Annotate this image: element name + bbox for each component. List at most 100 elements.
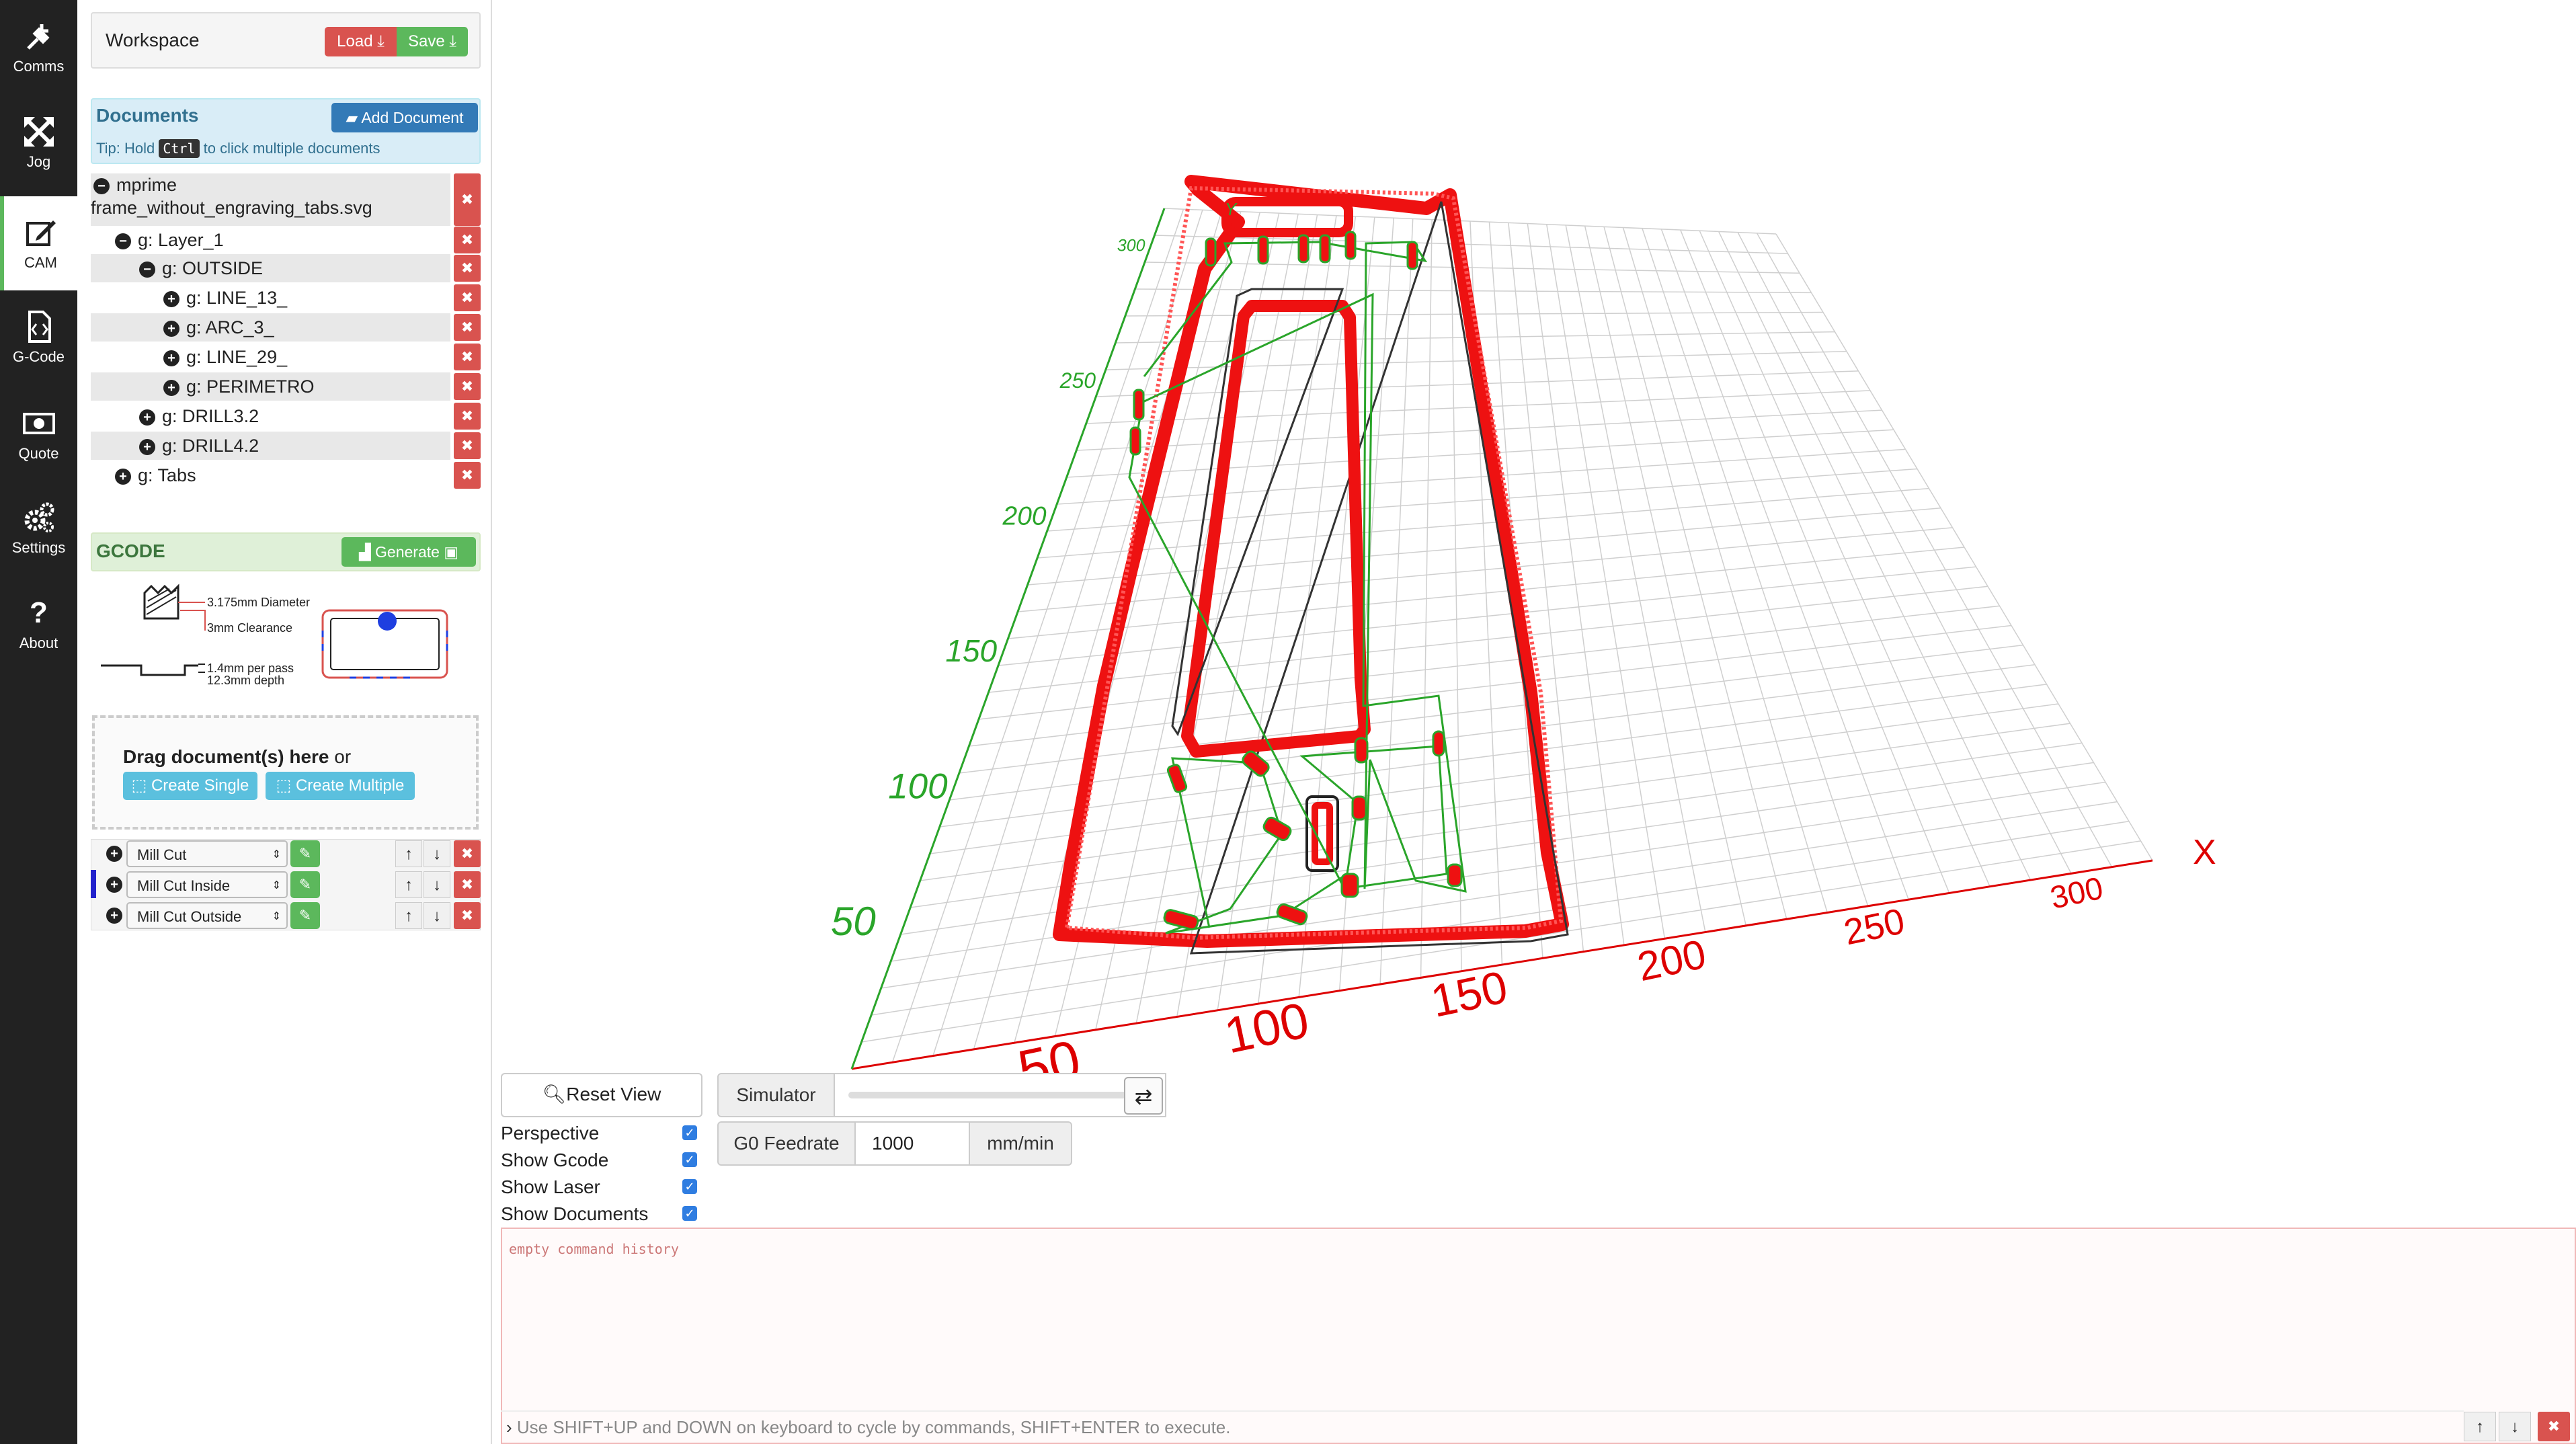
- sidebar-item-label: Jog: [26, 153, 51, 170]
- y-tick-label: 50: [831, 899, 876, 944]
- perspective-checkbox[interactable]: ✓: [682, 1125, 697, 1140]
- edit-operation-button[interactable]: ✎: [290, 902, 320, 929]
- expand-icon[interactable]: +: [163, 379, 179, 396]
- tree-row-arc3[interactable]: + g: ARC_3_: [91, 313, 450, 342]
- move-up-button[interactable]: ↑: [395, 902, 422, 929]
- remove-item-button[interactable]: ✖: [454, 255, 481, 282]
- slider-handle[interactable]: ⇄: [1124, 1077, 1163, 1115]
- remove-item-button[interactable]: ✖: [454, 344, 481, 370]
- edit-operation-button[interactable]: ✎: [290, 840, 320, 867]
- command-history: empty command history: [509, 1241, 679, 1257]
- remove-operation-button[interactable]: ✖: [454, 871, 481, 898]
- collapse-icon[interactable]: −: [115, 233, 131, 249]
- collapse-icon[interactable]: −: [93, 177, 110, 194]
- load-workspace-button[interactable]: Load ⤓: [325, 27, 397, 56]
- save-icon: ▣: [444, 543, 459, 561]
- 3d-viewport[interactable]: Y X 50100 15020025030050100150200250300: [492, 0, 2576, 1076]
- x-tick-label: 150: [1426, 961, 1512, 1027]
- remove-item-button[interactable]: ✖: [454, 432, 481, 459]
- show-gcode-checkbox[interactable]: ✓: [682, 1152, 697, 1167]
- swap-arrows-icon: ⇄: [1134, 1084, 1153, 1109]
- sidebar-item-comms[interactable]: Comms: [0, 0, 77, 94]
- tree-row-outside[interactable]: − g: OUTSIDE: [91, 254, 450, 282]
- documents-tip: Tip: Hold Ctrl to click multiple documen…: [96, 139, 380, 158]
- operation-type-select[interactable]: Mill Cut Inside ⇕: [126, 871, 288, 898]
- history-down-button[interactable]: ↓: [2499, 1412, 2531, 1441]
- sidebar: Comms Jog CAM G-Code Quote Settings ? Ab…: [0, 0, 77, 1444]
- expand-icon[interactable]: +: [139, 438, 155, 455]
- code-file-icon: [28, 311, 51, 343]
- expand-icon[interactable]: +: [106, 908, 122, 924]
- move-down-button[interactable]: ↓: [424, 902, 450, 929]
- multi-select-icon: ⬚: [276, 776, 292, 795]
- history-up-button[interactable]: ↑: [2464, 1412, 2496, 1441]
- pencil-icon: ✎: [298, 907, 312, 924]
- simulator-slider[interactable]: ⇄: [834, 1073, 1166, 1117]
- sidebar-item-quote[interactable]: Quote: [0, 387, 77, 481]
- feedrate-input[interactable]: 1000: [854, 1121, 970, 1166]
- collapse-icon[interactable]: −: [139, 261, 155, 278]
- tree-row-line29[interactable]: + g: LINE_29_: [91, 343, 450, 371]
- tree-row-drill42[interactable]: + g: DRILL4.2: [91, 432, 450, 460]
- operation-type-select[interactable]: Mill Cut ⇕: [126, 840, 288, 867]
- expand-icon[interactable]: +: [163, 290, 179, 307]
- show-laser-checkbox[interactable]: ✓: [682, 1179, 697, 1194]
- command-input[interactable]: › Use SHIFT+UP and DOWN on keyboard to c…: [501, 1410, 2464, 1443]
- grid-line: [1017, 527, 1953, 612]
- tree-row-layer[interactable]: − g: Layer_1: [91, 226, 450, 254]
- generate-gcode-button[interactable]: ▟ Generate ▣: [341, 537, 476, 567]
- move-up-button[interactable]: ↑: [395, 871, 422, 898]
- folder-icon: ▰: [346, 109, 358, 126]
- grid-line: [1660, 229, 1909, 900]
- y-tick-label: 150: [945, 633, 997, 668]
- chart-icon: ▟: [358, 543, 371, 561]
- remove-item-button[interactable]: ✖: [454, 284, 481, 311]
- expand-icon[interactable]: +: [163, 350, 179, 366]
- create-multiple-button[interactable]: ⬚ Create Multiple: [266, 772, 415, 800]
- remove-operation-button[interactable]: ✖: [454, 840, 481, 867]
- sidebar-item-jog[interactable]: Jog: [0, 95, 77, 190]
- create-single-button[interactable]: ⬚ Create Single: [123, 772, 257, 800]
- remove-item-button[interactable]: ✖: [454, 314, 481, 341]
- sidebar-item-cam[interactable]: CAM: [0, 196, 77, 290]
- expand-icon[interactable]: +: [106, 877, 122, 893]
- tree-row-document[interactable]: − mprime frame_without_engraving_tabs.svg: [91, 173, 450, 226]
- operation-type-select[interactable]: Mill Cut Outside ⇕: [126, 902, 288, 929]
- remove-item-button[interactable]: ✖: [454, 373, 481, 400]
- edit-operation-button[interactable]: ✎: [290, 871, 320, 898]
- clear-console-button[interactable]: ✖: [2538, 1412, 2570, 1441]
- sidebar-item-settings[interactable]: Settings: [0, 481, 77, 575]
- move-up-button[interactable]: ↑: [395, 840, 422, 867]
- expand-icon[interactable]: +: [106, 846, 122, 862]
- tree-row-line13[interactable]: + g: LINE_13_: [91, 284, 450, 312]
- download-icon: ⤓: [449, 32, 456, 50]
- remove-operation-button[interactable]: ✖: [454, 902, 481, 929]
- toolpath: [1053, 175, 1569, 955]
- expand-icon[interactable]: +: [115, 468, 131, 485]
- sidebar-item-label: About: [19, 635, 58, 651]
- simulator-label: Simulator: [717, 1073, 835, 1117]
- tree-row-drill32[interactable]: + g: DRILL3.2: [91, 402, 450, 430]
- grid-line: [1066, 429, 1894, 478]
- grid-line: [1737, 232, 2072, 874]
- remove-document-button[interactable]: ✖: [454, 173, 481, 226]
- move-down-button[interactable]: ↓: [424, 840, 450, 867]
- remove-item-button[interactable]: ✖: [454, 403, 481, 430]
- remove-item-button[interactable]: ✖: [454, 227, 481, 253]
- perspective-label: Perspective: [501, 1123, 600, 1144]
- tree-row-perimetro[interactable]: + g: PERIMETRO: [91, 372, 450, 401]
- add-document-button[interactable]: ▰ Add Document: [331, 103, 478, 132]
- sidebar-item-about[interactable]: ? About: [0, 577, 77, 671]
- sidebar-item-gcode[interactable]: G-Code: [0, 290, 77, 385]
- remove-item-button[interactable]: ✖: [454, 462, 481, 489]
- reset-view-button[interactable]: 🔍︎Reset View: [501, 1073, 702, 1117]
- diameter-label: 3.175mm Diameter: [207, 596, 311, 609]
- save-workspace-button[interactable]: Save ⤓: [397, 27, 468, 56]
- show-documents-checkbox[interactable]: ✓: [682, 1206, 697, 1221]
- expand-icon[interactable]: +: [163, 320, 179, 337]
- tree-row-tabs[interactable]: + g: Tabs: [91, 461, 450, 489]
- grid-line: [1037, 487, 1929, 559]
- move-down-button[interactable]: ↓: [424, 871, 450, 898]
- workspace-title: Workspace: [106, 30, 200, 50]
- expand-icon[interactable]: +: [139, 409, 155, 426]
